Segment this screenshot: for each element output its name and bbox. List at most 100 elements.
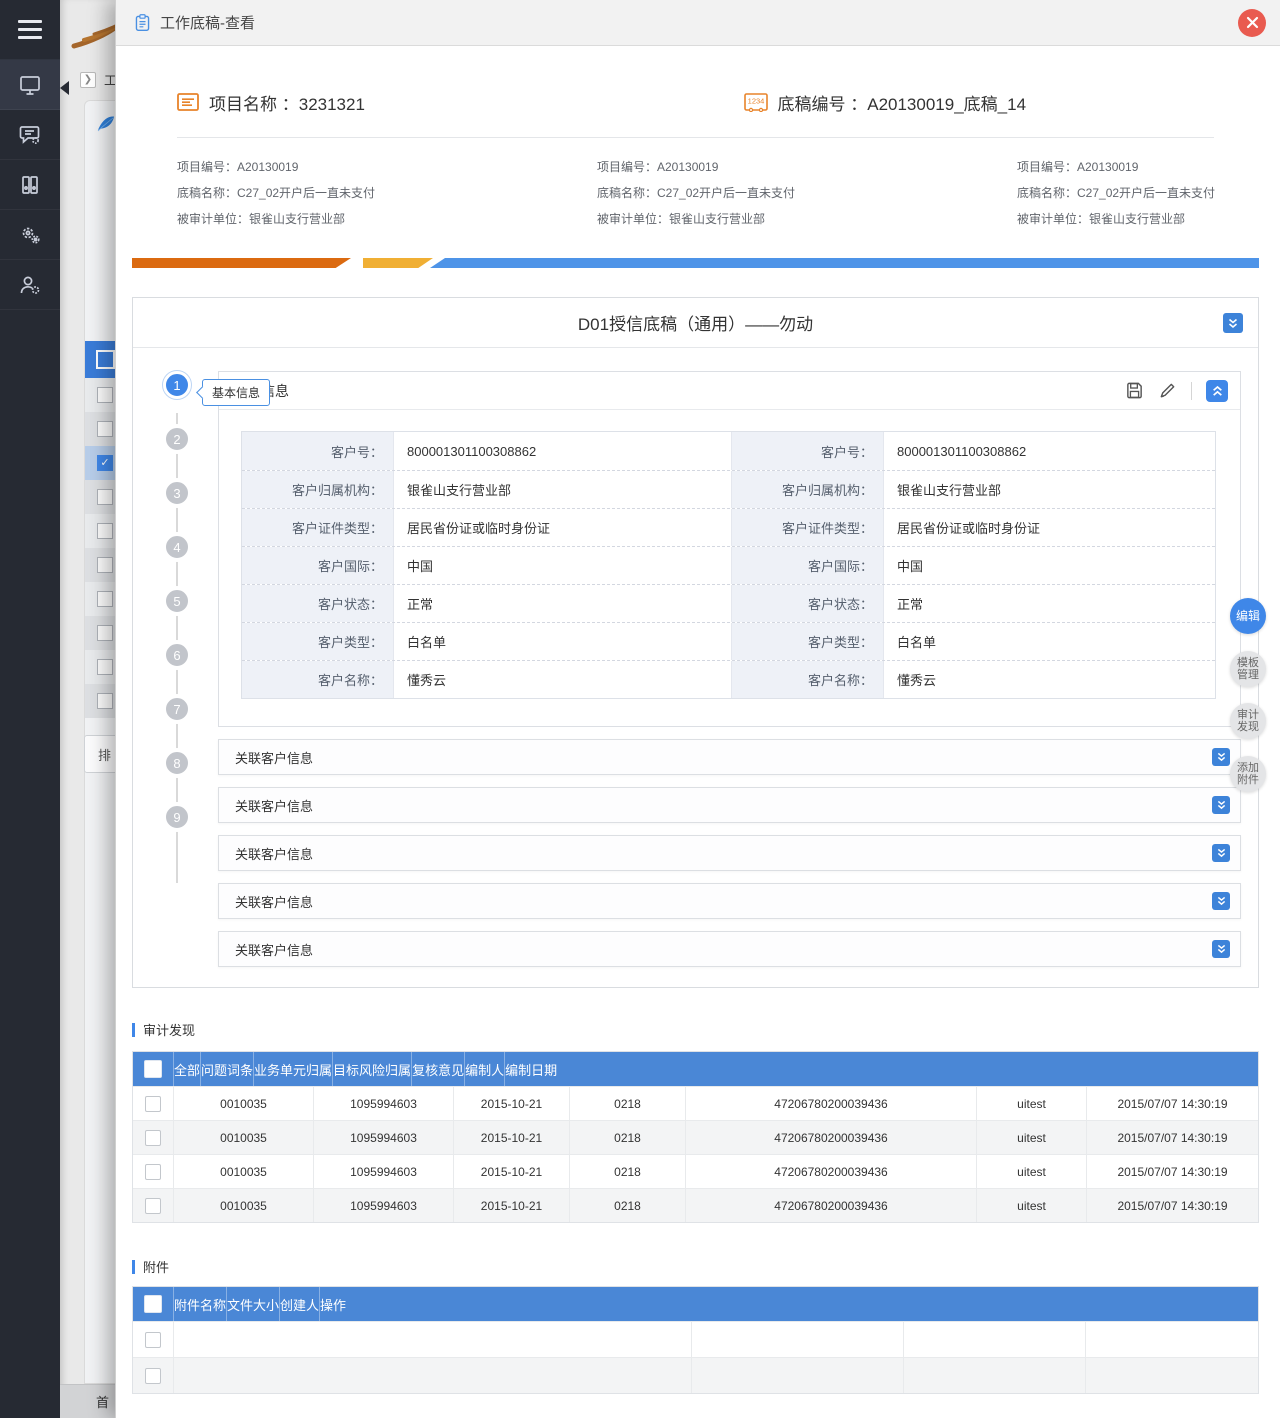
audited-unit-line: 被审计单位：银雀山支行营业部	[177, 206, 597, 232]
attachments-label: 附件	[132, 1257, 1259, 1276]
stepper-step[interactable]: 9	[163, 803, 191, 831]
column-header[interactable]: 目标风险归属	[333, 1052, 412, 1086]
cell-name	[174, 1358, 692, 1393]
sidebar-item-archives[interactable]	[0, 160, 60, 210]
field-value: 银雀山支行营业部	[884, 471, 1220, 508]
floating-action-button[interactable]: 审计发现	[1230, 703, 1266, 739]
project-no-line: 项目编号：A20130019	[177, 154, 597, 180]
row-checkbox[interactable]	[145, 1368, 161, 1384]
expand-section-button[interactable]	[1212, 892, 1230, 910]
bg-table-header	[85, 341, 115, 378]
expand-section-button[interactable]	[1212, 940, 1230, 958]
stepper-step[interactable]: 6	[163, 641, 191, 669]
row-checkbox[interactable]	[145, 1332, 161, 1348]
expand-section-button[interactable]	[1212, 796, 1230, 814]
attachments-section: 附件 附件名称文件大小创建人操作	[132, 1257, 1259, 1394]
floating-action-button[interactable]: 编辑	[1230, 598, 1266, 634]
bg-row-checkbox[interactable]	[85, 378, 115, 412]
basic-info-collapse-button[interactable]	[1206, 380, 1228, 402]
row-checkbox[interactable]	[145, 1130, 161, 1146]
stepper-step[interactable]: 1	[163, 371, 191, 399]
column-header[interactable]: 文件大小	[227, 1287, 280, 1321]
d01-collapse-button[interactable]	[1223, 313, 1243, 333]
expand-section-button[interactable]	[1212, 748, 1230, 766]
bg-row-checkbox-checked[interactable]: ✓	[85, 446, 115, 480]
doc-info-column: 项目编号：A20130019 底稿名称：C27_02开户后一直未支付 被审计单位…	[1017, 154, 1215, 232]
cell-term: 1095994603	[314, 1087, 454, 1120]
cell-unit: 2015-10-21	[454, 1189, 570, 1222]
field-label: 客户国际：	[242, 547, 394, 584]
close-icon[interactable]	[1238, 9, 1266, 37]
audit-findings-table: 全部问题词条业务单元归属目标风险归属复核意见编制人编制日期 0010035 10…	[132, 1051, 1259, 1223]
chat-gear-icon	[18, 123, 42, 147]
field-label: 客户证件类型：	[242, 509, 394, 546]
basic-info-tooltip: 基本信息	[202, 379, 270, 406]
d01-panel-body: 123456789 基本信息 基本信息	[133, 348, 1258, 987]
related-section-label: 关联客户信息	[235, 892, 1212, 911]
stepper-step[interactable]: 2	[163, 425, 191, 453]
stepper-step[interactable]: 3	[163, 479, 191, 507]
row-checkbox[interactable]	[145, 1096, 161, 1112]
form-row: 客户名称： 懂秀云 客户名称： 懂秀云	[242, 660, 1215, 698]
related-customer-section[interactable]: 关联客户信息	[218, 931, 1241, 967]
cell-risk: 0218	[570, 1087, 686, 1120]
feather-icon	[95, 113, 115, 135]
sidebar-item-workspace[interactable]	[0, 60, 60, 110]
column-header[interactable]: 操作	[320, 1287, 346, 1321]
floating-action-button[interactable]: 添加附件	[1230, 756, 1266, 792]
bg-row-checkbox[interactable]	[85, 616, 115, 650]
select-all-checkbox[interactable]	[96, 350, 115, 369]
draft-name-line: 底稿名称：C27_02开户后一直未支付	[1017, 180, 1215, 206]
field-label: 客户证件类型：	[732, 509, 884, 546]
cell-review: 47206780200039436	[686, 1155, 977, 1188]
form-row: 客户证件类型： 居民省份证或临时身份证 客户证件类型： 居民省份证或临时身份证	[242, 508, 1215, 546]
select-all-checkbox[interactable]	[144, 1295, 162, 1313]
select-all-checkbox[interactable]	[144, 1060, 162, 1078]
double-chevron-down-icon	[1217, 752, 1226, 762]
table-row: 0010035 1095994603 2015-10-21 0218 47206…	[133, 1188, 1258, 1222]
hamburger-menu-icon[interactable]	[0, 0, 60, 60]
cell-maker: uitest	[977, 1155, 1087, 1188]
bg-row-checkbox[interactable]	[85, 650, 115, 684]
cell-term: 1095994603	[314, 1121, 454, 1154]
expand-section-button[interactable]	[1212, 844, 1230, 862]
stepper: 1 2 3 4 5 6 7 8 9	[163, 371, 191, 857]
floating-action-button[interactable]: 模板管理	[1230, 651, 1266, 687]
stepper-step[interactable]: 7	[163, 695, 191, 723]
field-label: 客户类型：	[732, 623, 884, 660]
stepper-step[interactable]: 8	[163, 749, 191, 777]
related-customer-section[interactable]: 关联客户信息	[218, 739, 1241, 775]
sidebar-item-messages[interactable]	[0, 110, 60, 160]
column-header[interactable]: 编制日期	[505, 1052, 557, 1086]
column-header[interactable]: 问题词条	[201, 1052, 254, 1086]
row-checkbox[interactable]	[145, 1164, 161, 1180]
workpaper-view-modal: 工作底稿-查看 项目名称 ：3231321 1234 底稿编号 ：A201300…	[115, 0, 1280, 1418]
save-icon[interactable]	[1125, 381, 1144, 400]
column-header[interactable]: 附件名称	[174, 1287, 227, 1321]
form-row: 客户号： 800001301100308862 客户号： 80000130110…	[242, 432, 1215, 470]
sidebar-item-settings[interactable]	[0, 210, 60, 260]
stepper-step[interactable]: 4	[163, 533, 191, 561]
related-customer-section[interactable]: 关联客户信息	[218, 787, 1241, 823]
bg-row-checkbox[interactable]	[85, 548, 115, 582]
column-header[interactable]: 业务单元归属	[254, 1052, 333, 1086]
column-header[interactable]: 复核意见	[412, 1052, 465, 1086]
column-header[interactable]: 编制人	[465, 1052, 505, 1086]
related-customer-section[interactable]: 关联客户信息	[218, 835, 1241, 871]
bg-row-checkbox[interactable]	[85, 684, 115, 718]
sidebar-item-user-admin[interactable]	[0, 260, 60, 310]
column-header[interactable]: 创建人	[280, 1287, 320, 1321]
breadcrumb-expand-icon[interactable]: ❯	[80, 72, 96, 88]
bg-row-checkbox[interactable]	[85, 480, 115, 514]
stepper-step[interactable]: 5	[163, 587, 191, 615]
column-header[interactable]: 全部	[174, 1052, 201, 1086]
edit-pencil-icon[interactable]	[1158, 381, 1177, 400]
related-customer-section[interactable]: 关联客户信息	[218, 883, 1241, 919]
background-pagination[interactable]: 首	[60, 1384, 115, 1418]
bg-row-checkbox[interactable]	[85, 582, 115, 616]
background-partial-button[interactable]: 排	[84, 735, 115, 773]
row-checkbox[interactable]	[145, 1198, 161, 1214]
gears-icon	[18, 223, 42, 247]
bg-row-checkbox[interactable]	[85, 514, 115, 548]
bg-row-checkbox[interactable]	[85, 412, 115, 446]
